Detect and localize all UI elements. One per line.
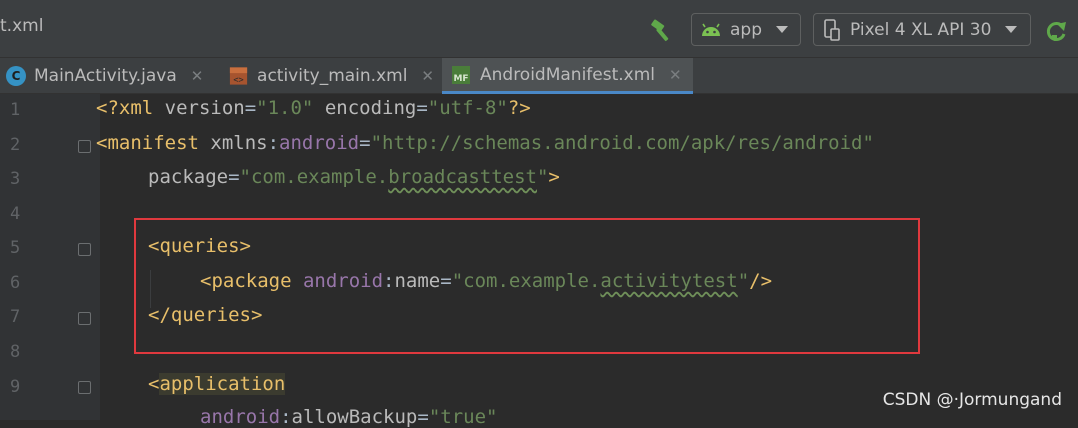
run-refresh-icon[interactable] [1043,18,1069,44]
line-number: 5 [10,238,21,258]
line-number: 4 [10,204,21,224]
highlight-annotation-box [134,218,920,354]
chevron-down-icon [776,26,788,33]
line-number: 8 [10,342,21,362]
close-icon[interactable]: ✕ [191,67,204,85]
code-line-3: package="com.example.broadcasttest"> [148,166,560,188]
tab-label: AndroidManifest.xml [480,64,656,85]
device-icon [824,18,840,41]
line-number: 2 [10,135,21,155]
device-select[interactable]: Pixel 4 XL API 30 [813,13,1031,46]
watermark-text: CSDN @·Jormungand [882,390,1062,410]
android-icon [702,23,720,36]
fold-marker-icon[interactable] [78,140,91,153]
file-title[interactable]: t.xml [0,16,43,36]
manifest-icon: MF [452,65,470,84]
close-icon[interactable]: ✕ [421,67,434,85]
tab-mainactivity-java[interactable]: C MainActivity.java ✕ [4,58,214,94]
svg-text:<>: <> [233,76,243,86]
main-toolbar: t.xml app Pixel 4 XL API 30 [0,0,1078,58]
run-configuration-label: app [730,19,762,40]
tab-androidmanifest-xml[interactable]: MF AndroidManifest.xml ✕ [442,58,693,94]
fold-marker-icon[interactable] [78,381,91,394]
hammer-icon[interactable] [648,16,676,44]
line-number: 7 [10,307,21,327]
tab-label: activity_main.xml [257,66,408,86]
line-number: 6 [10,273,21,293]
close-icon[interactable]: ✕ [669,66,682,84]
editor-tab-bar: C MainActivity.java ✕ <> activity_main.x… [0,58,1078,94]
java-class-icon: C [6,66,26,86]
tab-activity-main-xml[interactable]: <> activity_main.xml ✕ [222,58,434,94]
line-number: 1 [10,100,21,120]
code-line-9: <application [148,373,286,395]
code-line-2: <manifest xmlns:android="http://schemas.… [96,132,874,154]
device-label: Pixel 4 XL API 30 [850,19,992,40]
layout-xml-icon: <> [229,67,248,86]
svg-text:MF: MF [453,74,468,84]
code-line-10: android:allowBackup="true" [200,406,498,428]
tab-label: MainActivity.java [34,66,177,86]
run-configuration-select[interactable]: app [691,13,801,46]
line-number: 9 [10,377,21,397]
fold-marker-icon[interactable] [78,243,91,256]
code-line-1: <?xml version="1.0" encoding="utf-8"?> [96,97,531,119]
line-number: 3 [10,169,21,189]
chevron-down-icon [1005,26,1018,33]
fold-marker-icon[interactable] [78,312,91,325]
